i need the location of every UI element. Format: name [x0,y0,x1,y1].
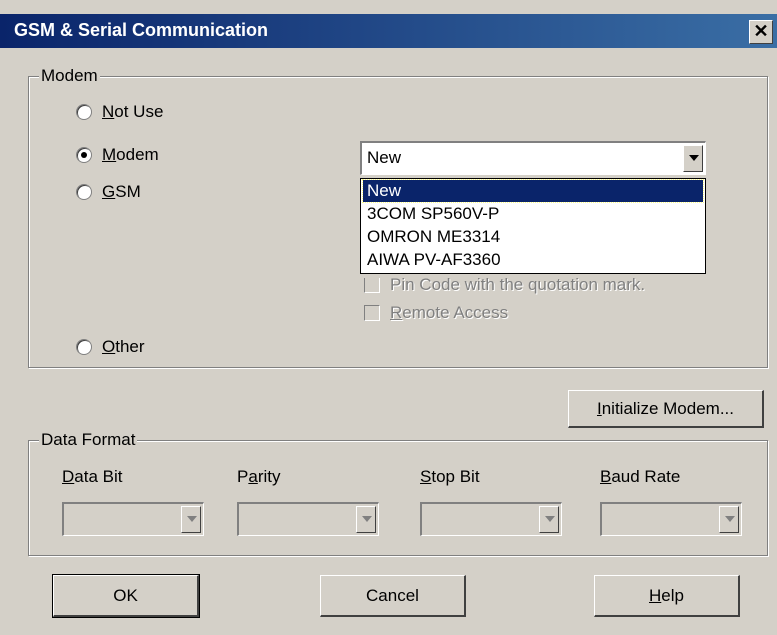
radio-modem-label: Modem [102,145,159,164]
radio-gsm-label: GSM [102,182,141,201]
data-format-group-legend: Data Format [39,430,138,450]
baud-rate-select[interactable] [600,502,742,536]
stop-bit-label: Stop Bit [420,467,480,486]
modem-select[interactable]: New [360,141,706,175]
window-title: GSM & Serial Communication [14,20,269,40]
baud-rate-label: Baud Rate [600,467,681,486]
help-button[interactable]: Help [594,575,740,617]
radio-not-use-label: Not Use [102,102,164,121]
radio-not-use-indicator[interactable] [76,104,92,120]
close-icon: ✕ [753,21,769,41]
remote-access-checkbox[interactable]: Remote Access [364,303,508,323]
initialize-modem-button[interactable]: Initialize Modem... [568,390,764,428]
modem-select-value: New [367,148,402,167]
data-bit-label: Data Bit [62,467,123,486]
dropdown-option[interactable]: New [362,179,704,203]
title-bar[interactable]: GSM & Serial Communication ✕ [0,14,777,48]
radio-modem[interactable]: Modem [76,145,159,165]
dialog-window: GSM & Serial Communication ✕ Modem Not U… [0,0,777,635]
chevron-down-icon[interactable] [719,506,739,533]
pin-code-checkbox[interactable]: Pin Code with the quotation mark. [364,275,646,295]
dropdown-option[interactable]: 3COM SP560V-P [363,203,703,225]
radio-other[interactable]: Other [76,337,145,357]
parity-select[interactable] [237,502,379,536]
ok-button[interactable]: OK [52,574,200,618]
parity-label: Parity [237,467,281,486]
data-format-group: Data Format [28,430,768,556]
modem-group-legend: Modem [39,66,100,86]
radio-other-label: Other [102,337,145,356]
remote-access-checkbox-label: Remote Access [390,303,509,322]
radio-gsm-indicator[interactable] [76,184,92,200]
remote-access-checkbox-box[interactable] [364,305,380,321]
dropdown-option[interactable]: AIWA PV-AF3360 [363,249,703,271]
radio-other-indicator[interactable] [76,339,92,355]
chevron-down-icon[interactable] [539,506,559,533]
close-button[interactable]: ✕ [749,20,773,44]
stop-bit-select[interactable] [420,502,562,536]
dropdown-option[interactable]: OMRON ME3314 [363,226,703,248]
radio-modem-indicator[interactable] [76,147,92,163]
radio-gsm[interactable]: GSM [76,182,141,202]
chevron-down-icon[interactable] [683,145,703,172]
pin-code-checkbox-label: Pin Code with the quotation mark. [390,275,646,294]
modem-dropdown-list: New 3COM SP560V-P OMRON ME3314 AIWA PV-A… [360,178,706,274]
radio-not-use[interactable]: Not Use [76,102,163,122]
pin-code-checkbox-box[interactable] [364,278,380,293]
cancel-button[interactable]: Cancel [320,575,466,617]
chevron-down-icon[interactable] [181,506,201,533]
data-bit-select[interactable] [62,502,204,536]
chevron-down-icon[interactable] [356,506,376,533]
